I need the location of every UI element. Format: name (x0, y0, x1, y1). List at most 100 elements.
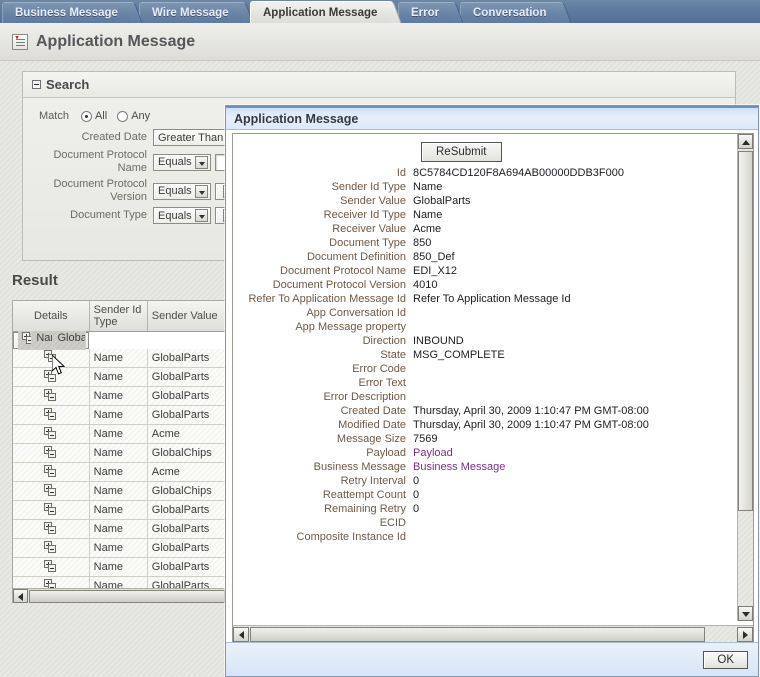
details-cell[interactable] (13, 538, 90, 558)
scroll-down-icon[interactable] (738, 606, 753, 621)
table-row[interactable]: Name GlobalChips (13, 481, 226, 501)
horizontal-scroll-thumb[interactable] (250, 626, 705, 642)
details-cell[interactable] (13, 405, 90, 425)
detail-link[interactable]: Business Message (413, 460, 733, 474)
details-cell[interactable] (13, 500, 90, 520)
detail-label: Error Code (352, 363, 406, 375)
details-cell[interactable] (13, 386, 90, 406)
chevron-down-icon[interactable] (194, 184, 208, 198)
details-cell[interactable] (13, 424, 90, 444)
details-cell[interactable] (13, 462, 90, 482)
sender-id-type-cell: Name (89, 557, 148, 577)
doc-protocol-name-operator-select[interactable]: Equals (153, 153, 211, 171)
table-row[interactable]: Name Acme (13, 424, 226, 444)
tab-wire-message[interactable]: Wire Message (139, 2, 244, 23)
tab-conversation[interactable]: Conversation (460, 2, 562, 23)
chevron-down-icon[interactable] (194, 209, 208, 222)
tab-application-message[interactable]: Application Message (250, 1, 393, 23)
column-header-sender-value[interactable]: Sender Value (147, 301, 226, 332)
table-row[interactable]: Name GlobalChips (13, 443, 226, 463)
created-date-operator-select[interactable]: Greater Than (153, 129, 235, 146)
doc-type-operator-select[interactable]: Equals (153, 207, 211, 224)
tab-bar: Business Message Wire Message Application … (0, 0, 760, 23)
detail-row: Remaining Retry 0 (233, 502, 733, 516)
detail-row: Error Text (233, 376, 733, 390)
expand-details-icon[interactable] (44, 426, 57, 439)
doc-protocol-name-operator-value: Equals (158, 156, 192, 168)
sender-id-type-cell: Name (89, 519, 148, 539)
detail-row: Id 8C5784CD120F8A694AB00000DDB3F000 (233, 166, 733, 180)
expand-details-icon[interactable] (44, 407, 57, 420)
tab-business-message[interactable]: Business Message (2, 2, 133, 23)
result-table-container: Details Sender Id Type Sender Value Name… (12, 300, 227, 603)
detail-label: App Conversation Id (306, 307, 406, 319)
detail-link[interactable]: Payload (413, 446, 733, 460)
column-header-sender-id-type[interactable]: Sender Id Type (89, 301, 148, 332)
search-panel-header[interactable]: Search (23, 72, 735, 98)
scroll-left-icon[interactable] (13, 589, 28, 603)
sender-id-type-cell: Name (89, 348, 148, 368)
detail-label: Document Type (329, 237, 406, 249)
field-label: Document Type (70, 209, 147, 221)
details-cell[interactable] (13, 557, 90, 577)
expand-details-icon[interactable] (44, 464, 57, 477)
doc-type-operator-value: Equals (158, 209, 192, 222)
scroll-thumb[interactable] (29, 589, 225, 603)
detail-row: Sender Value GlobalParts (233, 194, 733, 208)
result-horizontal-scrollbar[interactable] (13, 588, 226, 603)
dialog-vertical-scrollbar[interactable] (737, 134, 753, 621)
scroll-up-icon[interactable] (738, 134, 753, 149)
details-cell[interactable] (13, 519, 90, 539)
column-header-details[interactable]: Details (13, 301, 90, 332)
tab-label: Error (411, 7, 440, 19)
detail-row: App Message property (233, 320, 733, 334)
dialog-horizontal-scrollbar[interactable] (233, 625, 753, 642)
sender-value-cell: Acme (147, 462, 226, 482)
expand-details-icon[interactable] (44, 369, 57, 382)
details-cell[interactable] (13, 443, 90, 463)
expand-details-icon[interactable] (44, 445, 57, 458)
expand-details-icon[interactable] (44, 540, 57, 553)
expand-details-icon[interactable] (44, 483, 57, 496)
doc-protocol-version-operator-select[interactable]: Equals (153, 182, 211, 200)
expand-details-icon[interactable] (44, 502, 57, 515)
tab-error[interactable]: Error (398, 2, 455, 23)
match-any-radio[interactable] (117, 110, 129, 122)
chevron-down-icon[interactable] (194, 155, 208, 169)
collapse-search-icon[interactable] (32, 80, 41, 89)
details-cell[interactable] (13, 348, 90, 368)
match-label: Match (39, 110, 69, 122)
dialog-footer: OK (226, 642, 758, 676)
scroll-right-icon[interactable] (737, 626, 753, 642)
detail-row: Business Message Business Message (233, 460, 733, 474)
ok-button[interactable]: OK (703, 650, 748, 669)
field-label: Document Protocol Version (53, 178, 147, 203)
table-row[interactable]: NameGlobalParts (13, 519, 226, 539)
sender-value-cell: GlobalParts (147, 557, 226, 577)
match-all-radio[interactable] (80, 110, 92, 122)
resubmit-button[interactable]: ReSubmit (421, 142, 502, 162)
vertical-scroll-thumb[interactable] (738, 151, 753, 511)
table-row[interactable]: NameGlobalParts (13, 500, 226, 520)
detail-value: Thursday, April 30, 2009 1:10:47 PM GMT-… (413, 405, 649, 417)
details-cell[interactable] (18, 330, 33, 350)
table-row[interactable]: NameGlobalParts (13, 348, 226, 368)
table-row[interactable]: NameGlobalParts (13, 538, 226, 558)
scroll-left-icon[interactable] (233, 626, 249, 642)
detail-row: ECID (233, 516, 733, 530)
expand-details-icon[interactable] (44, 388, 57, 401)
details-cell[interactable] (13, 481, 90, 501)
expand-details-icon[interactable] (44, 521, 57, 534)
table-row[interactable]: Name Acme (13, 462, 226, 482)
detail-label: Reattempt Count (322, 489, 406, 501)
table-row[interactable]: NameGlobalParts (13, 330, 90, 350)
table-row[interactable]: NameGlobalParts (13, 557, 226, 577)
table-row[interactable]: NameGlobalParts (13, 405, 226, 425)
expand-details-icon[interactable] (22, 331, 32, 344)
expand-details-icon[interactable] (44, 350, 57, 363)
table-row[interactable]: NameGlobalParts (13, 367, 226, 387)
table-row[interactable]: NameGlobalParts (13, 386, 226, 406)
expand-details-icon[interactable] (44, 559, 57, 572)
details-cell[interactable] (13, 367, 90, 387)
sender-value-cell: Acme (147, 424, 226, 444)
